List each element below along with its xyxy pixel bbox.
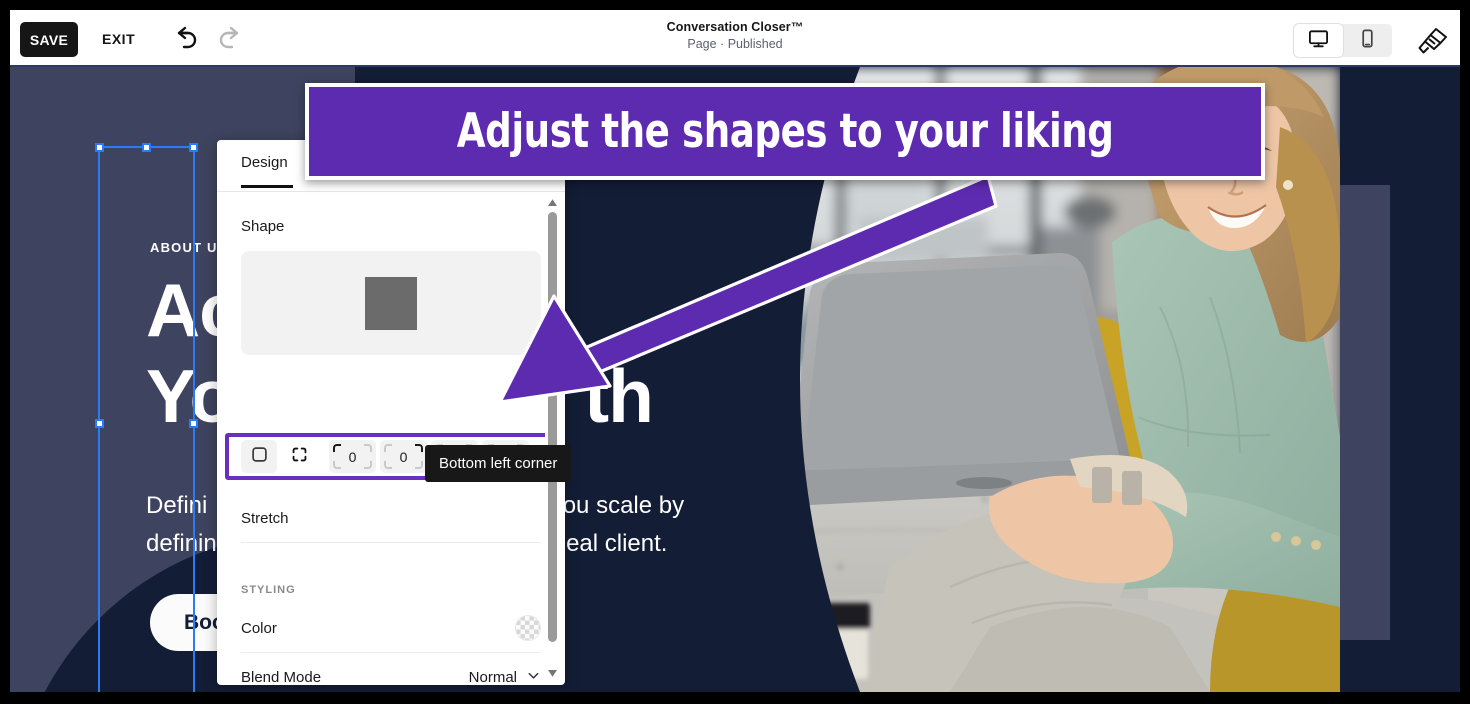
paintbrush-icon[interactable] bbox=[1416, 25, 1450, 57]
callout-text: Adjust the shapes to your liking bbox=[456, 104, 1114, 159]
design-panel-scrollbar[interactable] bbox=[545, 195, 560, 680]
hero-heading-line2-tail: th bbox=[584, 354, 654, 438]
corner-marker-tl bbox=[384, 444, 392, 452]
color-row[interactable]: Color bbox=[241, 604, 541, 653]
hero-body-line1-start: Defini bbox=[146, 492, 208, 519]
hero-eyebrow: ABOUT US bbox=[150, 240, 228, 255]
mobile-phone-icon bbox=[1357, 28, 1378, 54]
caret-down-icon[interactable] bbox=[547, 668, 558, 678]
design-panel[interactable]: Design Shape 0 0 Stretch STYLING Color B… bbox=[217, 140, 565, 685]
corner-input-top-right[interactable]: 0 bbox=[380, 440, 427, 473]
independent-corners-icon bbox=[291, 446, 308, 468]
editor-screen: SAVE EXIT Conversation Closer™ Page · Pu… bbox=[10, 10, 1460, 692]
tab-design[interactable]: Design bbox=[241, 154, 293, 188]
exit-button[interactable]: EXIT bbox=[102, 31, 135, 47]
corner-marker-tl bbox=[333, 444, 341, 452]
mobile-view-button[interactable] bbox=[1343, 24, 1392, 57]
corner-tooltip-text: Bottom left corner bbox=[439, 455, 558, 472]
corner-marker-bl bbox=[384, 461, 392, 469]
callout-banner: Adjust the shapes to your liking bbox=[305, 83, 1265, 180]
square-shape-swatch[interactable] bbox=[365, 276, 417, 330]
rounded-square-icon bbox=[251, 446, 268, 468]
desktop-monitor-icon bbox=[1308, 28, 1329, 54]
chevron-down-icon[interactable] bbox=[526, 668, 541, 686]
color-swatch-button[interactable] bbox=[515, 615, 541, 641]
blend-mode-value: Normal bbox=[468, 668, 517, 686]
stretch-row[interactable]: Stretch bbox=[241, 494, 541, 543]
desktop-view-button[interactable] bbox=[1294, 24, 1343, 57]
corner-marker-bl bbox=[333, 461, 341, 469]
blend-mode-label: Blend Mode bbox=[241, 668, 322, 686]
hero-body-line2-start: definin bbox=[146, 530, 217, 557]
hero-right-accent-shape[interactable] bbox=[1335, 185, 1390, 640]
scrollbar-thumb[interactable] bbox=[548, 212, 557, 642]
device-preview-toggle[interactable] bbox=[1294, 24, 1392, 57]
redo-arrow-icon[interactable] bbox=[216, 25, 248, 55]
corner-tooltip: Bottom left corner bbox=[425, 445, 572, 482]
uniform-corners-button[interactable] bbox=[241, 440, 277, 473]
shape-section-label: Shape bbox=[241, 218, 285, 235]
corner-marker-tr bbox=[364, 444, 372, 452]
design-panel-body: Shape 0 0 Stretch STYLING Color Blend Mo… bbox=[217, 192, 565, 685]
stretch-label: Stretch bbox=[241, 509, 289, 527]
color-label: Color bbox=[241, 619, 277, 637]
undo-arrow-icon[interactable] bbox=[168, 25, 200, 55]
corner-input-top-left[interactable]: 0 bbox=[329, 440, 376, 473]
blend-mode-row[interactable]: Blend Mode Normal bbox=[241, 653, 541, 685]
corner-marker-tr bbox=[415, 444, 423, 452]
editor-toolbar: SAVE EXIT Conversation Closer™ Page · Pu… bbox=[10, 10, 1460, 67]
save-button[interactable]: SAVE bbox=[20, 22, 78, 57]
tab-design-label: Design bbox=[241, 154, 288, 171]
save-button-label: SAVE bbox=[29, 31, 69, 48]
corner-marker-br bbox=[364, 461, 372, 469]
corner-value-top-left: 0 bbox=[348, 448, 357, 465]
corner-value-top-right: 0 bbox=[399, 448, 408, 465]
shape-preview-box[interactable] bbox=[241, 251, 541, 355]
caret-up-icon[interactable] bbox=[547, 197, 558, 207]
styling-section-header: STYLING bbox=[241, 584, 296, 596]
corner-marker-br bbox=[415, 461, 423, 469]
exit-button-label: EXIT bbox=[102, 31, 136, 47]
independent-corners-button[interactable] bbox=[281, 440, 317, 473]
screenshot-frame: SAVE EXIT Conversation Closer™ Page · Pu… bbox=[0, 0, 1470, 704]
